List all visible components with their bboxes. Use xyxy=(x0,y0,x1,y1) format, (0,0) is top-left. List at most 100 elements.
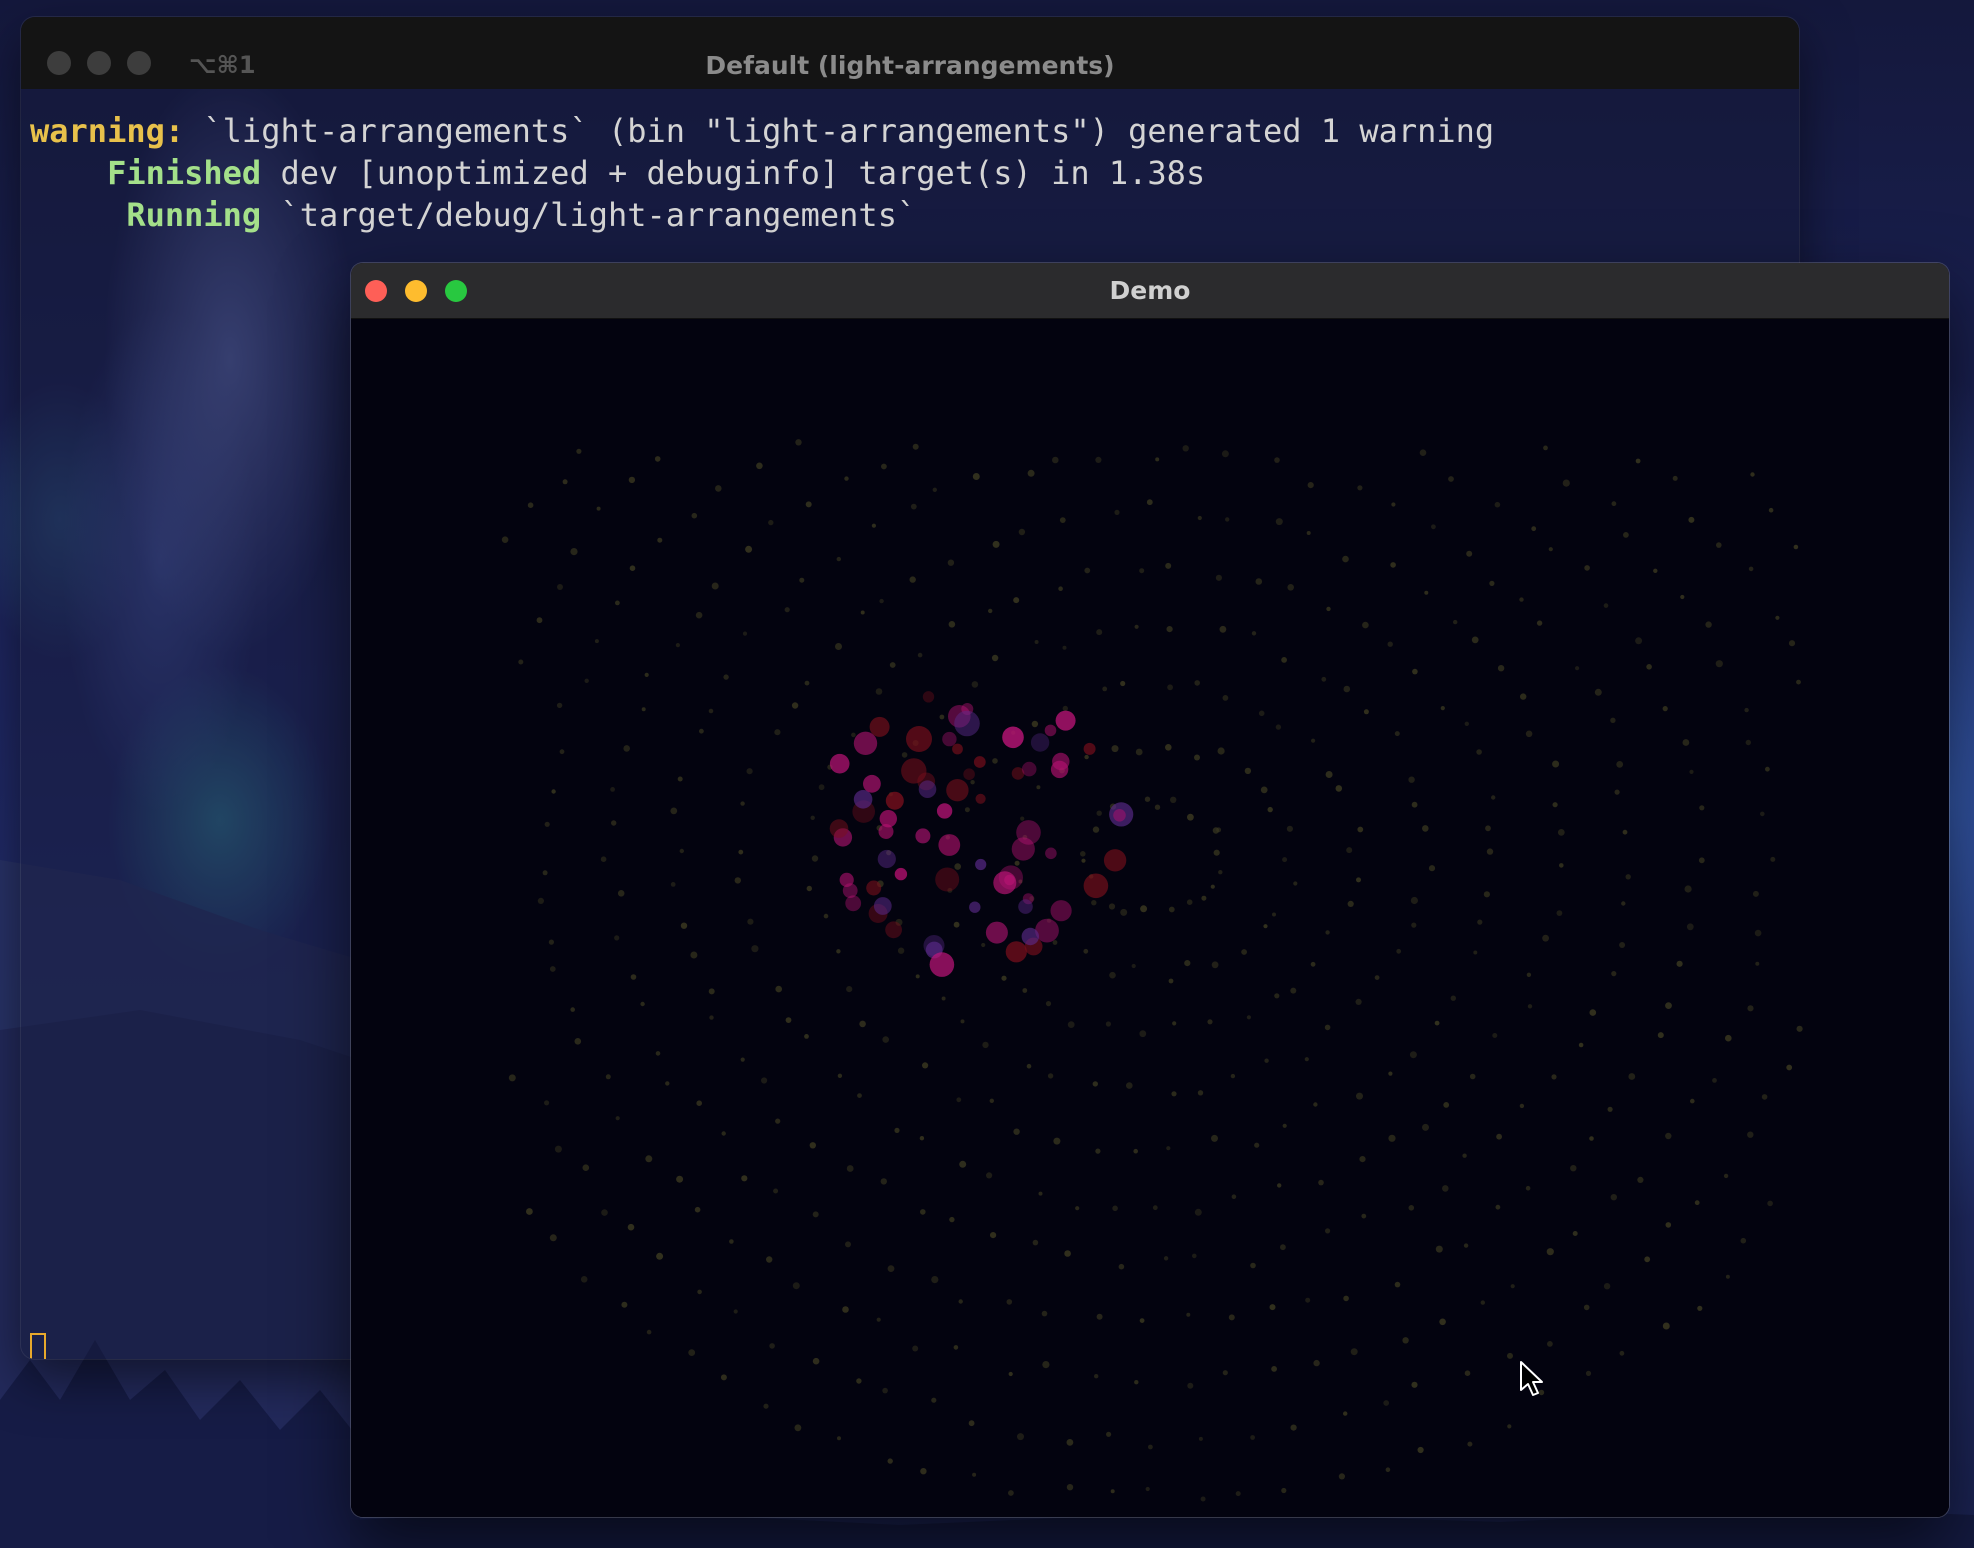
particle-dot xyxy=(953,1345,959,1350)
particle-dot xyxy=(1171,1091,1177,1097)
particle-dot xyxy=(1760,811,1765,817)
particle-dot xyxy=(670,807,678,815)
particle-dot xyxy=(1275,724,1282,730)
particle-dot xyxy=(1198,1436,1203,1441)
particle-dot xyxy=(887,1458,893,1464)
particle-dot xyxy=(1194,1208,1202,1216)
particle-dot xyxy=(1619,942,1626,948)
particle-dot xyxy=(1363,709,1369,715)
particle-dot xyxy=(823,913,829,919)
particle-dot xyxy=(1215,574,1222,581)
particle-dot xyxy=(1646,664,1652,670)
sphere-dot xyxy=(954,710,980,737)
terminal-line-warning: warning: `light-arrangements` (bin "ligh… xyxy=(30,111,1494,151)
warning-text: `light-arrangements` (bin "light-arrange… xyxy=(184,112,1495,150)
particle-dot xyxy=(630,974,637,980)
particle-dot xyxy=(882,1387,888,1394)
particle-dot xyxy=(792,1282,800,1290)
terminal-cursor xyxy=(30,1333,46,1359)
particle-dot xyxy=(970,780,975,785)
particle-dot xyxy=(1417,1446,1424,1454)
demo-window[interactable]: Demo xyxy=(351,263,1949,1517)
sphere-dot xyxy=(829,819,849,838)
particle-dot xyxy=(1305,1297,1311,1303)
particle-dot xyxy=(972,473,980,480)
particle-dot xyxy=(1628,1073,1636,1080)
particle-dot xyxy=(1422,1123,1429,1131)
particle-dot xyxy=(960,1019,965,1024)
particle-dot xyxy=(1768,507,1774,513)
particle-dot xyxy=(1357,826,1364,833)
particle-dot xyxy=(856,1378,862,1384)
particle-dot xyxy=(989,1098,994,1103)
particle-dot xyxy=(1469,1073,1476,1080)
particle-dot xyxy=(1211,961,1219,969)
particle-dot xyxy=(526,1208,533,1215)
sphere-dot xyxy=(829,753,850,774)
particle-dot xyxy=(1110,1489,1115,1494)
particle-dot xyxy=(990,1232,997,1239)
particle-dot xyxy=(1725,1274,1730,1279)
particle-dot xyxy=(740,1057,745,1062)
particle-dot xyxy=(1092,826,1100,833)
sphere-dot xyxy=(878,824,894,839)
particle-dot xyxy=(1525,1185,1531,1191)
particle-dot xyxy=(1032,1239,1039,1246)
particle-dot xyxy=(1083,948,1089,954)
particle-dot xyxy=(1290,1424,1297,1431)
finished-tag: Finished xyxy=(30,154,262,192)
particle-dot xyxy=(1207,1019,1213,1025)
particle-dot xyxy=(559,749,565,755)
particle-dot xyxy=(1052,940,1058,945)
particle-dot xyxy=(1486,848,1494,855)
particle-dot xyxy=(1277,1183,1282,1188)
particle-dot xyxy=(835,643,842,650)
particle-dot xyxy=(1431,524,1436,530)
particle-dot xyxy=(1507,1352,1513,1359)
sphere-dot xyxy=(1103,849,1127,872)
particle-dot xyxy=(1034,640,1039,644)
particle-dot xyxy=(1013,597,1020,604)
particle-dot xyxy=(691,512,698,519)
particle-dot xyxy=(1187,813,1194,821)
terminal-titlebar[interactable]: ⌥⌘1 Default (light-arrangements) xyxy=(21,17,1799,89)
sphere-dot xyxy=(853,790,873,809)
particle-dot xyxy=(1464,721,1470,726)
particle-dot xyxy=(1111,745,1119,753)
particle-dot xyxy=(795,439,802,446)
particle-dot xyxy=(1723,1173,1729,1179)
render-canvas[interactable] xyxy=(351,319,1949,1517)
particle-dot xyxy=(594,639,599,644)
particle-dot xyxy=(897,947,905,954)
particle-dot xyxy=(1120,908,1128,916)
particle-dot xyxy=(1725,1034,1732,1042)
particle-dot xyxy=(1163,1256,1169,1261)
particle-dot xyxy=(1058,586,1063,591)
particle-dot xyxy=(1251,631,1257,636)
particle-dot xyxy=(1134,624,1139,629)
particle-dot xyxy=(1603,603,1609,608)
particle-dot xyxy=(837,1436,841,1441)
particle-dot xyxy=(1442,1185,1449,1192)
particle-dot xyxy=(1167,684,1173,691)
particle-dot xyxy=(657,537,663,543)
particle-dot xyxy=(1531,526,1537,532)
particle-dot xyxy=(746,768,753,775)
demo-titlebar[interactable]: Demo xyxy=(351,263,1949,319)
particle-dot xyxy=(809,1142,816,1149)
particle-dot xyxy=(791,702,799,709)
particle-dot xyxy=(769,1343,775,1349)
particle-dot xyxy=(1610,1194,1618,1201)
particle-dot xyxy=(876,1317,881,1322)
particle-dot xyxy=(1062,705,1068,712)
particle-dot xyxy=(1536,620,1543,626)
particle-dot xyxy=(1118,1263,1125,1270)
particle-dot xyxy=(1698,857,1705,864)
particle-dot xyxy=(580,1276,588,1283)
particle-dot xyxy=(846,1165,854,1172)
particle-dot xyxy=(1267,806,1273,813)
sphere-dot xyxy=(1002,726,1024,749)
particle-dot xyxy=(1263,924,1268,929)
particle-dot xyxy=(1114,509,1120,515)
particle-dot xyxy=(1491,795,1496,800)
